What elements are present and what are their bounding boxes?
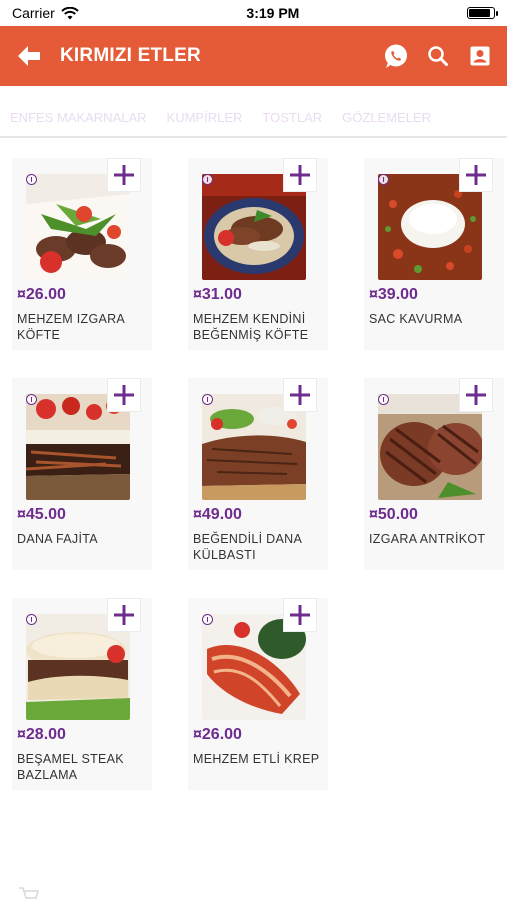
product-card[interactable]: ¤26.00 MEHZEM IZGARA KÖFTE: [12, 158, 152, 350]
product-price: ¤28.00: [17, 726, 66, 743]
product-name: SAC KAVURMA: [369, 312, 463, 326]
info-icon[interactable]: [26, 614, 37, 625]
add-to-cart-button[interactable]: [459, 378, 493, 412]
back-arrow-icon: [18, 46, 40, 66]
carrier-label: Carrier: [12, 5, 55, 21]
tab-tostlar[interactable]: TOSTLAR: [252, 110, 332, 125]
status-bar: Carrier 3:19 PM: [0, 0, 507, 26]
product-price: ¤26.00: [193, 726, 242, 743]
product-card[interactable]: ¤39.00 SAC KAVURMA: [364, 158, 504, 350]
wifi-icon: [61, 6, 79, 19]
plus-icon: [114, 605, 134, 625]
account-button[interactable]: [465, 41, 495, 71]
account-icon: [470, 46, 490, 66]
add-to-cart-button[interactable]: [283, 598, 317, 632]
info-icon[interactable]: [202, 614, 213, 625]
product-card[interactable]: ¤31.00 MEHZEM KENDİNİ BEĞENMİŞ KÖFTE: [188, 158, 328, 350]
plus-icon: [466, 165, 486, 185]
plus-icon: [290, 385, 310, 405]
product-price: ¤26.00: [17, 286, 66, 303]
info-icon[interactable]: [378, 394, 389, 405]
info-icon[interactable]: [26, 394, 37, 405]
product-card[interactable]: ¤49.00 BEĞENDİLİ DANA KÜLBASTI: [188, 378, 328, 570]
app-bar: KIRMIZI ETLER: [0, 26, 507, 86]
search-button[interactable]: [423, 41, 453, 71]
add-to-cart-button[interactable]: [459, 158, 493, 192]
product-name: MEHZEM IZGARA KÖFTE: [17, 312, 125, 342]
product-name: BEŞAMEL STEAK BAZLAMA: [17, 752, 124, 782]
plus-icon: [290, 165, 310, 185]
product-card[interactable]: ¤45.00 DANA FAJİTA: [12, 378, 152, 570]
back-button[interactable]: [12, 39, 46, 73]
plus-icon: [114, 385, 134, 405]
product-price: ¤49.00: [193, 506, 242, 523]
product-price: ¤39.00: [369, 286, 418, 303]
battery-level: [468, 9, 491, 17]
cart-icon[interactable]: [18, 886, 40, 900]
category-tabs: ENFES MAKARNALAR KUMPİRLER TOSTLAR GÖZLE…: [0, 98, 507, 138]
product-name: MEHZEM KENDİNİ BEĞENMİŞ KÖFTE: [193, 312, 309, 342]
product-name: IZGARA ANTRİKOT: [369, 532, 486, 546]
add-to-cart-button[interactable]: [283, 158, 317, 192]
tab-enfes-makarnalar[interactable]: ENFES MAKARNALAR: [0, 110, 157, 125]
product-name: DANA FAJİTA: [17, 532, 98, 546]
product-name: BEĞENDİLİ DANA KÜLBASTI: [193, 532, 302, 562]
app-bar-actions: [381, 41, 495, 71]
info-icon[interactable]: [202, 394, 213, 405]
add-to-cart-button[interactable]: [107, 598, 141, 632]
info-icon[interactable]: [202, 174, 213, 185]
add-to-cart-button[interactable]: [107, 378, 141, 412]
product-card[interactable]: ¤28.00 BEŞAMEL STEAK BAZLAMA: [12, 598, 152, 790]
product-card[interactable]: ¤26.00 MEHZEM ETLİ KREP: [188, 598, 328, 790]
whatsapp-button[interactable]: [381, 41, 411, 71]
info-icon[interactable]: [26, 174, 37, 185]
status-left: Carrier: [12, 5, 79, 21]
plus-icon: [466, 385, 486, 405]
add-to-cart-button[interactable]: [107, 158, 141, 192]
info-icon[interactable]: [378, 174, 389, 185]
product-price: ¤45.00: [17, 506, 66, 523]
add-to-cart-button[interactable]: [283, 378, 317, 412]
product-price: ¤50.00: [369, 506, 418, 523]
plus-icon: [290, 605, 310, 625]
status-time: 3:19 PM: [246, 5, 300, 21]
product-name: MEHZEM ETLİ KREP: [193, 752, 320, 766]
product-price: ¤31.00: [193, 286, 242, 303]
plus-icon: [114, 165, 134, 185]
search-icon: [428, 46, 448, 66]
page-title: KIRMIZI ETLER: [60, 45, 201, 66]
tab-gozlemeler[interactable]: GÖZLEMELER: [332, 110, 441, 125]
product-card[interactable]: ¤50.00 IZGARA ANTRİKOT: [364, 378, 504, 570]
tab-kumpirler[interactable]: KUMPİRLER: [157, 110, 253, 125]
whatsapp-icon: [385, 44, 407, 68]
product-grid: ¤26.00 MEHZEM IZGARA KÖFTE ¤31.00 MEHZEM…: [12, 158, 504, 790]
battery-icon: [466, 7, 498, 19]
